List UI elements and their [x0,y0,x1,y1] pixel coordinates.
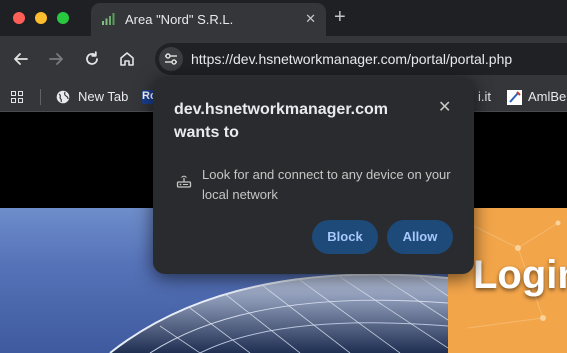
permission-description: Look for and connect to any device on yo… [202,167,451,202]
router-icon [176,175,192,188]
pen-icon [507,90,522,105]
home-icon[interactable] [117,49,137,69]
block-button[interactable]: Block [312,220,378,254]
tab-title: Area "Nord" S.R.L. [125,12,234,27]
tab-close-icon[interactable]: ✕ [305,11,316,27]
fullscreen-window-button[interactable] [57,12,69,24]
dialog-origin: dev.hsnetworkmanager.com [174,101,388,118]
toolbar: https://dev.hsnetworkmanager.com/portal/… [0,36,567,82]
bookmark-new-tab[interactable]: New Tab [78,89,128,104]
address-bar[interactable]: https://dev.hsnetworkmanager.com/portal/… [155,43,567,75]
new-tab-button[interactable]: + [334,5,346,29]
title-bar: Area "Nord" S.R.L. ✕ + [0,0,567,36]
login-heading: Login [473,253,567,297]
bookmark-amlbe[interactable]: AmlBe [528,89,566,104]
reload-icon[interactable] [82,49,102,69]
globe-icon [56,90,70,104]
minimize-window-button[interactable] [35,12,47,24]
allow-button[interactable]: Allow [387,220,453,254]
forward-icon[interactable] [46,49,66,69]
tune-icon [165,53,177,65]
permission-dialog: dev.hsnetworkmanager.com wants to ✕ Look… [153,77,474,274]
signal-bars-icon [102,13,115,25]
apps-grid-icon[interactable] [11,91,23,103]
back-icon[interactable] [11,49,31,69]
bookmark-it[interactable]: i.it [478,89,491,104]
site-info-button[interactable] [159,47,183,71]
browser-tab[interactable]: Area "Nord" S.R.L. ✕ [91,3,326,36]
close-window-button[interactable] [13,12,25,24]
bookmarks-separator [40,89,41,105]
dialog-close-icon[interactable]: ✕ [438,99,451,117]
dialog-wants-to: wants to [174,124,239,141]
url-text[interactable]: https://dev.hsnetworkmanager.com/portal/… [191,51,512,67]
